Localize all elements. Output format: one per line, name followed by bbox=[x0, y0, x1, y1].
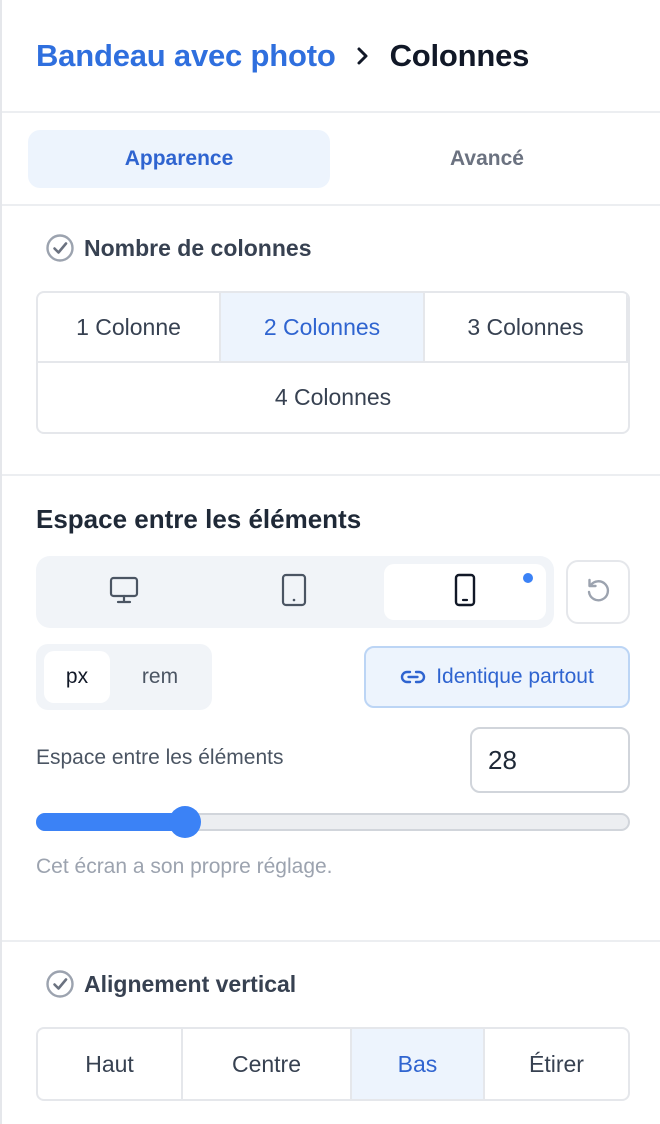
columns-heading-label: Nombre de colonnes bbox=[84, 234, 312, 261]
unit-switcher: px rem bbox=[36, 644, 212, 710]
columns-option-2[interactable]: 2 Colonnes bbox=[221, 293, 425, 363]
tab-apparence[interactable]: Apparence bbox=[28, 130, 330, 188]
same-everywhere-label: Identique partout bbox=[436, 665, 594, 688]
columns-heading: Nombre de colonnes bbox=[44, 232, 311, 264]
device-switcher bbox=[36, 556, 554, 628]
device-desktop-button[interactable] bbox=[42, 564, 206, 620]
columns-option-3[interactable]: 3 Colonnes bbox=[425, 293, 628, 363]
divider bbox=[2, 940, 660, 942]
reset-button[interactable] bbox=[566, 560, 630, 624]
columns-selector: 1 Colonne 2 Colonnes 3 Colonnes 4 Colonn… bbox=[36, 291, 630, 434]
breadcrumb-parent-link[interactable]: Bandeau avec photo bbox=[36, 38, 336, 74]
divider bbox=[2, 204, 660, 206]
check-circle-icon bbox=[44, 232, 76, 264]
spacing-slider-track[interactable] bbox=[36, 813, 630, 831]
spacing-field-label: Espace entre les éléments bbox=[36, 746, 284, 769]
mobile-icon bbox=[453, 573, 477, 612]
unit-px-button[interactable]: px bbox=[44, 651, 110, 703]
columns-option-4[interactable]: 4 Colonnes bbox=[38, 363, 628, 432]
reset-icon bbox=[583, 575, 613, 610]
spacing-value-input[interactable]: 28 bbox=[470, 727, 630, 793]
check-circle-icon bbox=[44, 968, 76, 1000]
breadcrumb: Bandeau avec photo Colonnes bbox=[36, 34, 529, 78]
spacing-hint: Cet écran a son propre réglage. bbox=[36, 855, 333, 878]
divider bbox=[2, 474, 660, 476]
divider bbox=[2, 111, 660, 113]
columns-option-1[interactable]: 1 Colonne bbox=[38, 293, 221, 363]
chevron-right-icon bbox=[356, 46, 370, 66]
link-icon bbox=[400, 668, 426, 686]
alignment-heading: Alignement vertical bbox=[44, 968, 296, 1000]
desktop-icon bbox=[108, 575, 140, 610]
align-option-etirer[interactable]: Étirer bbox=[485, 1029, 628, 1099]
breadcrumb-current: Colonnes bbox=[389, 38, 530, 73]
same-everywhere-button[interactable]: Identique partout bbox=[364, 646, 630, 708]
spacing-heading: Espace entre les éléments bbox=[36, 504, 362, 534]
active-dot-indicator bbox=[523, 573, 533, 583]
tablet-icon bbox=[280, 573, 308, 612]
align-option-centre[interactable]: Centre bbox=[183, 1029, 352, 1099]
spacing-slider-thumb[interactable] bbox=[168, 806, 201, 838]
align-option-bas[interactable]: Bas bbox=[352, 1029, 485, 1099]
tab-avance[interactable]: Avancé bbox=[338, 130, 636, 188]
align-option-haut[interactable]: Haut bbox=[38, 1029, 183, 1099]
device-mobile-button[interactable] bbox=[384, 564, 546, 620]
unit-rem-button[interactable]: rem bbox=[124, 651, 196, 703]
alignment-heading-label: Alignement vertical bbox=[84, 970, 297, 997]
device-tablet-button[interactable] bbox=[212, 564, 376, 620]
alignment-selector: Haut Centre Bas Étirer bbox=[36, 1027, 630, 1101]
settings-panel: Bandeau avec photo Colonnes Apparence Av… bbox=[0, 0, 660, 1124]
